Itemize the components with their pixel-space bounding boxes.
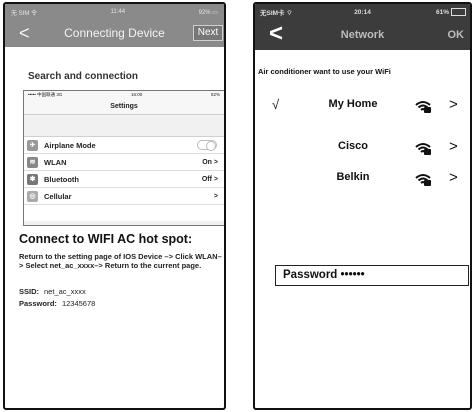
settings-row-value: On > <box>202 158 218 166</box>
next-button[interactable]: Next <box>193 25 223 41</box>
network-screen: 无SIM卡 ⌔ 20:14 61% < Network OK Air condi… <box>253 2 472 410</box>
settings-row: ≋ WLAN On > <box>24 154 224 171</box>
password-line: Password: 12345678 <box>19 299 96 308</box>
ok-button[interactable]: OK <box>448 29 465 41</box>
nav-bar: < Connecting Device Next <box>5 20 224 47</box>
inner-status-bar: ••••• 中国联通 3G 16:00 82% <box>24 91 224 100</box>
password-input[interactable]: Password •••••• <box>275 265 469 286</box>
bluetooth-icon: ✱ <box>27 173 38 185</box>
settings-row-label: Airplane Mode <box>44 140 96 150</box>
chevron-right-icon: > <box>449 169 458 186</box>
instructions-text: Return to the setting page of IOS Device… <box>19 252 222 270</box>
wifi-icon: ≋ <box>27 156 38 168</box>
settings-row-label: Cellular <box>44 191 72 201</box>
connecting-device-screen: 无 SIM 令 11:44 92% ▭ < Connecting Device … <box>3 2 226 410</box>
network-name: Cisco <box>338 140 368 152</box>
carrier-label: 无 SIM 令 <box>11 10 38 17</box>
header: 无SIM卡 ⌔ 20:14 61% < Network OK <box>255 4 470 50</box>
status-bar: 无 SIM 令 11:44 92% ▭ <box>5 4 224 20</box>
settings-row-label: Bluetooth <box>44 174 79 184</box>
status-bar: 无SIM卡 ⌔ 20:14 61% <box>255 4 470 20</box>
settings-row: ✱ Bluetooth Off > <box>24 171 224 188</box>
settings-list: ✈ Airplane Mode ≋ WLAN On > ✱ Bluetooth Off > ◎ C… <box>24 136 224 222</box>
checkmark-icon: √ <box>272 97 280 112</box>
wifi-prompt: Air conditioner want to use your WiFi <box>258 67 391 76</box>
settings-screenshot: ••••• 中国联通 3G 16:00 82% Settings ✈ Airpla… <box>23 90 224 226</box>
cellular-icon: ◎ <box>27 190 38 202</box>
section-title: Search and connection <box>28 71 139 82</box>
wifi-lock-icon <box>415 142 431 155</box>
settings-row-value: Off > <box>201 175 218 183</box>
settings-row: ◎ Cellular > <box>24 188 224 205</box>
network-row[interactable]: √ My Home > <box>255 96 470 115</box>
ssid-line: SSID: net_ac_xxxx <box>19 287 86 296</box>
wifi-lock-icon <box>415 100 431 113</box>
settings-row-value: > <box>213 192 218 200</box>
wifi-lock-icon <box>415 173 431 186</box>
page-title: Network <box>340 29 385 41</box>
settings-row-partial <box>24 205 224 222</box>
airplane-icon: ✈ <box>27 139 38 151</box>
settings-row-label: WLAN <box>44 157 67 167</box>
network-row[interactable]: Belkin > <box>255 169 470 188</box>
hotspot-heading: Connect to WIFI AC hot spot: <box>19 232 193 246</box>
settings-title: Settings <box>24 100 224 115</box>
battery-label: 92% ▭ <box>198 9 218 16</box>
settings-row: ✈ Airplane Mode <box>24 137 224 154</box>
chevron-right-icon: > <box>449 96 458 113</box>
network-name: My Home <box>328 98 378 110</box>
airplane-toggle <box>197 140 217 151</box>
network-row[interactable]: Cisco > <box>255 138 470 157</box>
chevron-right-icon: > <box>449 138 458 155</box>
page-title: Connecting Device <box>64 26 165 40</box>
time-label: 11:44 <box>110 9 126 15</box>
time-label: 20:14 <box>354 8 371 16</box>
network-name: Belkin <box>336 171 370 183</box>
